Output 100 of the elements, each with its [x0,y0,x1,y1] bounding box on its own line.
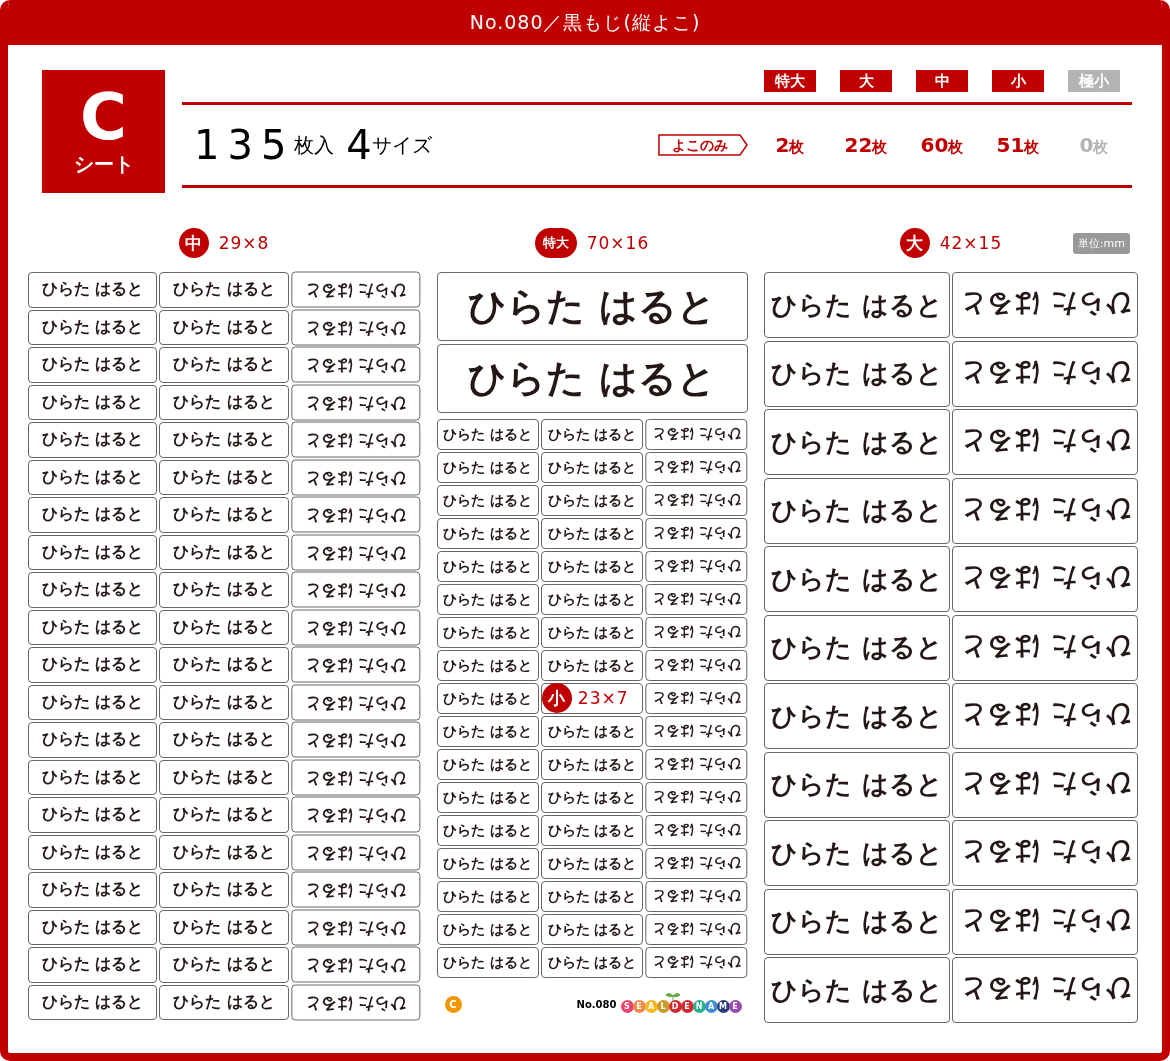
name-label: ひらた はると [159,459,289,495]
name-label: ひらた はると [159,947,289,983]
name-label: ひらた はると [645,782,748,813]
name-label: ひらた はると [540,782,644,813]
name-label: ひらた はると [28,834,158,870]
name-label: ひらた はると [290,422,420,458]
name-label: ひらた はると [540,914,644,945]
name-label: ひらた はると [159,834,289,870]
name-label: ひらた はると [159,872,289,908]
size-tag: 特大 [764,70,816,92]
name-label: ひらた はると [540,848,644,879]
name-label: ひらた はると [764,683,950,749]
name-label: ひらた はると [764,820,950,886]
name-label: ひらた はると [28,647,158,683]
orientation-tag: よこのみ [658,133,750,157]
name-label: ひらた はると [645,947,748,978]
name-label: ひらた はると [436,914,539,945]
name-label: ひらた はると [540,584,644,615]
name-label: ひらた はると [952,546,1138,612]
name-label: ひらた はると [159,309,289,345]
name-label: ひらた はると [28,684,158,720]
size-dimensions: 70×16 [586,233,650,253]
unit-badge: 単位:mm [1072,233,1130,254]
size-tag: 極小 [1068,70,1120,92]
name-label: ひらた はると [436,551,539,582]
name-label: ひらた はると [436,881,539,912]
size-dimensions: 23×7 [577,688,629,708]
name-label: ひらた はると [436,518,539,549]
name-label: ひらた はると [764,751,950,818]
name-label: ひらた はると [764,272,950,338]
name-label: ひらた はると [764,888,950,955]
name-label: ひらた はると [540,815,644,846]
name-label: ひらた はると [159,909,289,945]
name-label: ひらた はると [28,347,158,383]
name-label: ひらた はると [28,384,158,420]
name-label: ひらた はると [952,340,1138,407]
name-label: ひらた はると [28,947,158,983]
name-label: ひらた はると [952,820,1138,886]
name-label: ひらた はると [952,272,1138,338]
name-label: ひらた はると [436,716,539,747]
name-label: ひらた はると [159,984,289,1020]
name-label: ひらた はると [540,452,644,483]
size-count: 4 [346,122,372,168]
name-label: ひらた はると [159,272,289,308]
name-label: ひらた はると [764,546,950,612]
sheet-count: 60枚 [920,133,964,157]
name-label: ひらた はると [28,272,158,308]
name-label: ひらた はると [540,716,644,747]
name-label: ひらた はると [952,477,1138,544]
name-label: ひらた はると [436,815,539,846]
size-tag: 中 [916,70,968,92]
name-label: ひらた はると [645,452,748,483]
brand-logo: S E A L D E N A M E [621,996,742,1013]
size-tag: 大 [840,70,892,92]
name-label: ひらた はると [645,815,748,846]
name-label: ひらた はると [645,617,748,648]
name-label: ひらた はると [28,797,158,833]
name-label: ひらた はると [290,947,420,983]
name-label: ひらた はると [645,584,748,615]
name-label: ひらた はると [159,384,289,420]
name-label: ひらた はると [645,716,748,747]
name-label: ひらた はると [645,914,748,945]
name-label: ひらた はると [28,609,158,645]
name-label: ひらた はると [290,459,420,495]
name-label: ひらた はると [159,497,289,533]
name-label: ひらた はると [952,888,1138,955]
name-label: ひらた はると [764,614,950,681]
name-label: ひらた はると [28,309,158,345]
name-label: ひらた はると [290,834,420,870]
name-label: ひらた はると [290,684,420,720]
name-label: ひらた はると [540,650,644,681]
name-label: ひらた はると [28,909,158,945]
count-unit: 枚入 [294,131,335,159]
name-label: ひらた はると [159,759,289,795]
name-label: ひらた はると [436,848,539,879]
name-label: ひらた はると [28,722,158,758]
name-label: ひらた はると [28,497,158,533]
name-label: ひらた はると [290,497,420,533]
sheet-count: 22枚 [844,133,888,157]
name-label: ひらた はると [159,722,289,758]
size-tag: 特大 [534,228,577,258]
name-label: ひらた はると [764,409,950,475]
name-label: ひらた はると [290,572,420,608]
name-label: ひらた はると [436,782,539,813]
name-label: ひらた はると [952,409,1138,475]
name-label: ひらた はると [645,518,748,549]
name-label: ひらた はると [159,797,289,833]
name-label: ひらた はると [645,683,748,714]
name-label: ひらた はると [436,419,539,450]
name-label: ひらた はると [159,609,289,645]
name-label: ひらた はると [645,551,748,582]
name-label: ひらた はると [645,419,748,450]
name-label: ひらた はると [290,909,420,945]
name-label: ひらた はると [436,344,748,413]
name-label: ひらた はると [436,452,539,483]
name-label: ひらた はると [645,650,748,681]
name-label: ひらた はると [540,518,644,549]
sheet-number: No.080 [576,999,617,1010]
name-label: ひらた はると [290,759,420,795]
name-label: ひらた はると [436,485,539,516]
